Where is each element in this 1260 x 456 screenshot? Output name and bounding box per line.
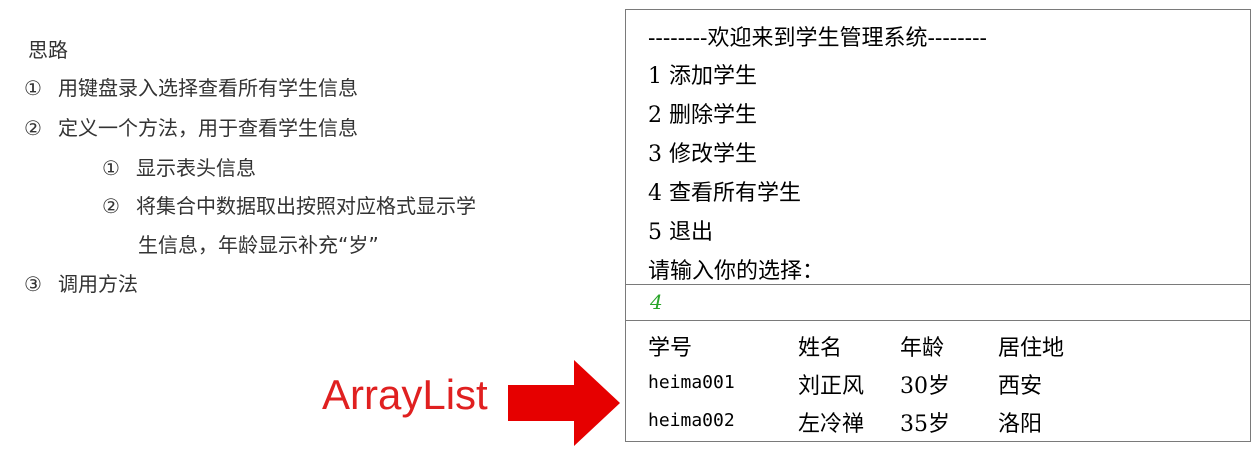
console-banner: --------欢迎来到学生管理系统-------- [648, 26, 987, 51]
user-input-value: 4 [650, 290, 663, 314]
outline-substep-2-continued: 生信息，年龄显示补充“岁” [138, 229, 379, 258]
step-text: 生信息，年龄显示补充“岁” [138, 233, 379, 257]
menu-item-delete: 2 删除学生 [648, 103, 757, 128]
cell-residence: 洛阳 [998, 412, 1043, 437]
cell-age: 35岁 [900, 412, 950, 437]
cell-age: 30岁 [900, 374, 950, 399]
outline-step-2: ② 定义一个方法，用于查看学生信息 [24, 112, 358, 141]
table-row: heima002 左冷禅 35岁 洛阳 [648, 406, 1228, 438]
step-text: 定义一个方法，用于查看学生信息 [58, 116, 358, 140]
outline-substep-2: ② 将集合中数据取出按照对应格式显示学 [102, 190, 476, 219]
cell-residence: 西安 [998, 374, 1043, 399]
table-row: heima001 刘正风 30岁 西安 [648, 368, 1228, 400]
step-number: ② [102, 194, 120, 218]
outline-substep-1: ① 显示表头信息 [102, 152, 256, 181]
step-number: ① [24, 76, 42, 100]
step-text: 调用方法 [58, 272, 138, 296]
header-age: 年龄 [900, 336, 945, 361]
step-number: ③ [24, 272, 42, 296]
arraylist-label: ArrayList [322, 371, 488, 418]
cell-name: 刘正风 [798, 374, 865, 399]
menu-item-add: 1 添加学生 [648, 64, 757, 89]
menu-item-view-all: 4 查看所有学生 [648, 181, 801, 206]
outline-heading: 思路 [28, 38, 68, 62]
choice-prompt: 请输入你的选择： [648, 259, 825, 284]
cell-student-id: heima002 [648, 410, 735, 431]
cell-student-id: heima001 [648, 372, 735, 393]
menu-item-modify: 3 修改学生 [648, 142, 757, 167]
step-text: 用键盘录入选择查看所有学生信息 [58, 76, 358, 100]
step-text: 显示表头信息 [136, 156, 256, 180]
console-output-panel: --------欢迎来到学生管理系统-------- 1 添加学生 2 删除学生… [625, 9, 1251, 442]
cell-name: 左冷禅 [798, 412, 865, 437]
header-name: 姓名 [798, 336, 843, 361]
outline-step-3: ③ 调用方法 [24, 268, 138, 297]
header-student-id: 学号 [648, 336, 693, 361]
menu-item-exit: 5 退出 [648, 220, 713, 245]
step-number: ② [24, 116, 42, 140]
step-number: ① [102, 156, 120, 180]
step-text: 将集合中数据取出按照对应格式显示学 [136, 194, 476, 218]
table-header-row: 学号 姓名 年龄 居住地 [648, 330, 1228, 362]
divider [626, 284, 1250, 285]
divider [626, 320, 1250, 321]
header-residence: 居住地 [998, 336, 1065, 361]
right-arrow-icon [508, 360, 620, 446]
outline-step-1: ① 用键盘录入选择查看所有学生信息 [24, 72, 358, 101]
